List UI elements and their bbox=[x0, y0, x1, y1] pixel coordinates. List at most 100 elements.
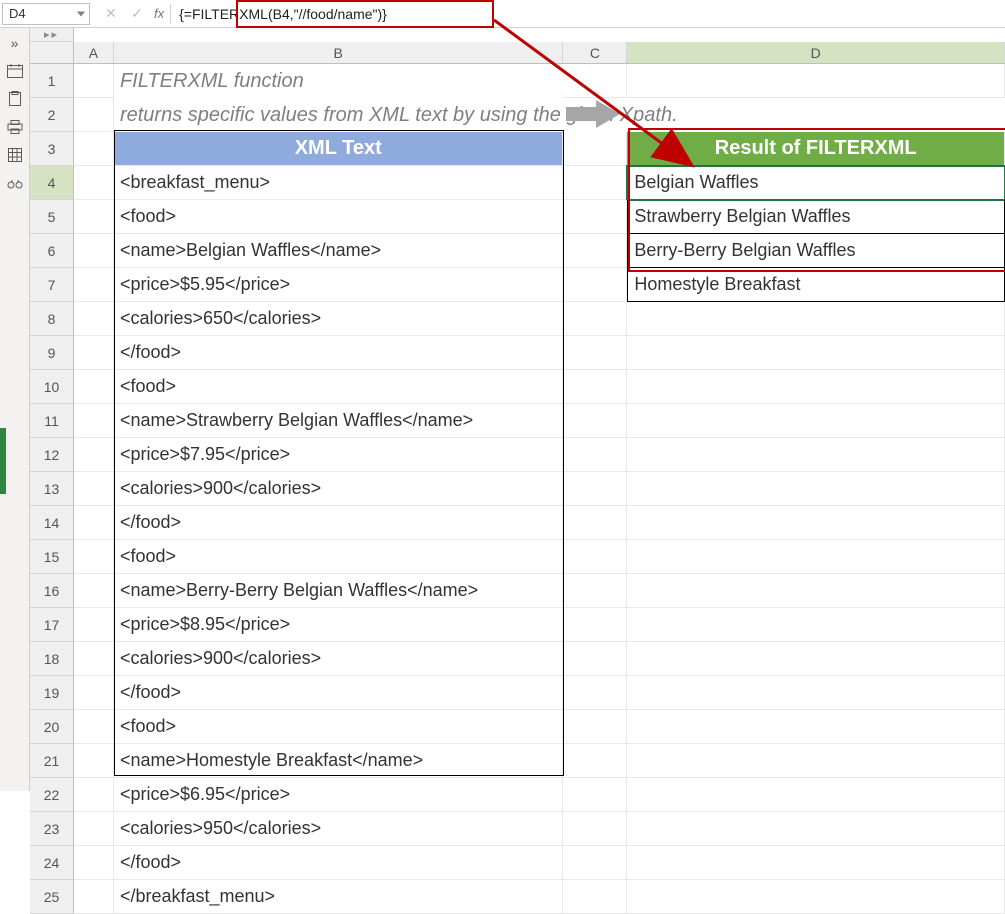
cell[interactable] bbox=[627, 404, 1005, 438]
cell[interactable] bbox=[563, 710, 627, 744]
cell[interactable] bbox=[627, 744, 1005, 778]
cell[interactable] bbox=[627, 472, 1005, 506]
formula-input[interactable] bbox=[173, 3, 1005, 25]
cell[interactable] bbox=[563, 846, 627, 880]
cell[interactable] bbox=[74, 166, 114, 200]
cell[interactable] bbox=[627, 608, 1005, 642]
cell[interactable] bbox=[74, 778, 114, 812]
cell[interactable] bbox=[627, 438, 1005, 472]
cell[interactable] bbox=[563, 404, 627, 438]
row-header[interactable]: 23 bbox=[30, 812, 74, 846]
row-header[interactable]: 25 bbox=[30, 880, 74, 914]
row-header[interactable]: 8 bbox=[30, 302, 74, 336]
col-header-b[interactable]: B bbox=[114, 42, 564, 63]
row-header[interactable]: 1 bbox=[30, 64, 74, 98]
cell[interactable] bbox=[74, 64, 114, 98]
fn-title[interactable]: FILTERXML function bbox=[114, 64, 564, 98]
cell[interactable] bbox=[563, 336, 627, 370]
cell[interactable] bbox=[74, 98, 114, 132]
result-cell[interactable]: Berry-Berry Belgian Waffles bbox=[627, 234, 1005, 268]
cell[interactable] bbox=[627, 778, 1005, 812]
cell[interactable] bbox=[74, 642, 114, 676]
cell[interactable] bbox=[74, 540, 114, 574]
result-cell[interactable]: Homestyle Breakfast bbox=[627, 268, 1005, 302]
col-header-d[interactable]: D bbox=[627, 42, 1005, 63]
cell[interactable] bbox=[74, 744, 114, 778]
result-cell[interactable]: Belgian Waffles bbox=[627, 166, 1005, 200]
xml-cell[interactable]: <price>$7.95</price> bbox=[114, 438, 564, 472]
cell[interactable] bbox=[627, 574, 1005, 608]
xml-cell[interactable]: <calories>900</calories> bbox=[114, 642, 564, 676]
xml-cell[interactable]: <calories>650</calories> bbox=[114, 302, 564, 336]
cell[interactable] bbox=[74, 472, 114, 506]
xml-cell[interactable]: <name>Strawberry Belgian Waffles</name> bbox=[114, 404, 564, 438]
cell[interactable] bbox=[74, 234, 114, 268]
printer-icon[interactable] bbox=[6, 118, 24, 136]
name-box[interactable]: D4 bbox=[2, 3, 90, 25]
cell[interactable] bbox=[627, 710, 1005, 744]
cell[interactable] bbox=[563, 676, 627, 710]
row-header[interactable]: 6 bbox=[30, 234, 74, 268]
row-header[interactable]: 24 bbox=[30, 846, 74, 880]
row-header[interactable]: 17 bbox=[30, 608, 74, 642]
xml-cell[interactable]: <name>Belgian Waffles</name> bbox=[114, 234, 564, 268]
result-header[interactable]: Result of FILTERXML bbox=[627, 132, 1005, 166]
cell[interactable] bbox=[74, 506, 114, 540]
cell[interactable] bbox=[74, 880, 114, 914]
cell[interactable] bbox=[627, 676, 1005, 710]
row-header[interactable]: 22 bbox=[30, 778, 74, 812]
cell[interactable] bbox=[627, 302, 1005, 336]
grid-icon[interactable] bbox=[6, 146, 24, 164]
cell[interactable] bbox=[74, 846, 114, 880]
cell[interactable] bbox=[74, 268, 114, 302]
cell[interactable] bbox=[563, 438, 627, 472]
cell[interactable] bbox=[74, 608, 114, 642]
row-header[interactable]: 11 bbox=[30, 404, 74, 438]
cell[interactable] bbox=[74, 336, 114, 370]
xml-cell[interactable]: <food> bbox=[114, 200, 564, 234]
cell[interactable] bbox=[627, 846, 1005, 880]
binoculars-icon[interactable] bbox=[6, 174, 24, 192]
cell[interactable] bbox=[627, 880, 1005, 914]
side-green-tab[interactable] bbox=[0, 428, 6, 494]
cell[interactable] bbox=[563, 608, 627, 642]
cell[interactable] bbox=[563, 370, 627, 404]
row-header[interactable]: 18 bbox=[30, 642, 74, 676]
chevron-down-icon[interactable] bbox=[77, 11, 85, 16]
row-header[interactable]: 5 bbox=[30, 200, 74, 234]
cell[interactable] bbox=[74, 676, 114, 710]
cell[interactable] bbox=[563, 166, 627, 200]
cell[interactable] bbox=[563, 268, 627, 302]
cell[interactable] bbox=[563, 540, 627, 574]
cell[interactable] bbox=[563, 744, 627, 778]
enter-formula-button[interactable]: ✓ bbox=[124, 3, 150, 25]
expand-columns-icon[interactable]: ▸▸ bbox=[30, 28, 74, 42]
cell[interactable] bbox=[563, 200, 627, 234]
cell[interactable] bbox=[563, 506, 627, 540]
xml-cell[interactable]: </food> bbox=[114, 336, 564, 370]
cell[interactable] bbox=[627, 506, 1005, 540]
cell[interactable] bbox=[563, 234, 627, 268]
clipboard-icon[interactable] bbox=[6, 90, 24, 108]
xml-cell[interactable]: <price>$5.95</price> bbox=[114, 268, 564, 302]
row-header[interactable]: 3 bbox=[30, 132, 74, 166]
cell[interactable] bbox=[74, 370, 114, 404]
xml-cell[interactable]: <food> bbox=[114, 540, 564, 574]
grid-body[interactable]: FILTERXML function returns specific valu… bbox=[74, 64, 1005, 791]
row-header[interactable]: 7 bbox=[30, 268, 74, 302]
cell[interactable] bbox=[627, 812, 1005, 846]
row-header[interactable]: 15 bbox=[30, 540, 74, 574]
col-header-c[interactable]: C bbox=[563, 42, 627, 63]
row-header[interactable]: 16 bbox=[30, 574, 74, 608]
cell[interactable] bbox=[74, 132, 114, 166]
xml-cell[interactable]: <price>$8.95</price> bbox=[114, 608, 564, 642]
cell[interactable] bbox=[74, 438, 114, 472]
xml-cell[interactable]: <breakfast_menu> bbox=[114, 166, 564, 200]
xml-cell[interactable]: </food> bbox=[114, 676, 564, 710]
cell[interactable] bbox=[627, 540, 1005, 574]
row-header[interactable]: 10 bbox=[30, 370, 74, 404]
cell[interactable] bbox=[627, 336, 1005, 370]
result-cell[interactable]: Strawberry Belgian Waffles bbox=[627, 200, 1005, 234]
xml-cell[interactable]: <food> bbox=[114, 710, 564, 744]
col-header-a[interactable]: A bbox=[74, 42, 114, 63]
